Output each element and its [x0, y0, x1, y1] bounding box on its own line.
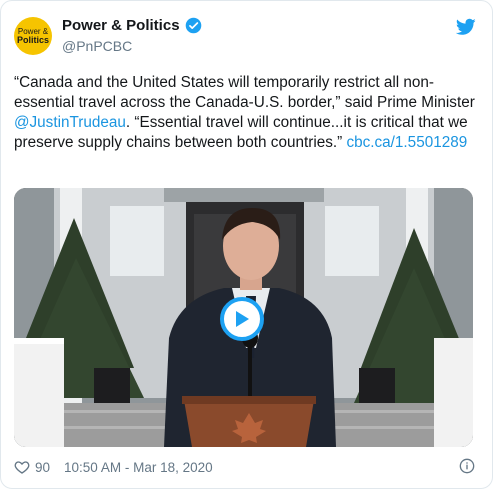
mention-link[interactable]: @JustinTrudeau: [14, 114, 126, 131]
tweet-card: Power & Politics Power & Politics @PnPCB…: [0, 0, 493, 489]
play-triangle: [236, 311, 249, 327]
verified-badge-icon: [185, 17, 201, 34]
timestamp[interactable]: 10:50 AM - Mar 18, 2020: [64, 460, 213, 475]
info-icon[interactable]: [459, 458, 475, 474]
author-handle[interactable]: @PnPCBC: [62, 38, 132, 54]
avatar-text-line2: Politics: [16, 34, 49, 45]
article-link[interactable]: cbc.ca/1.5501289: [346, 134, 467, 151]
twitter-bird-icon[interactable]: [456, 18, 476, 36]
play-icon[interactable]: [220, 297, 264, 341]
tweet-text: “Canada and the United States will tempo…: [14, 73, 479, 153]
tweet-text-part1: “Canada and the United States will tempo…: [14, 74, 475, 111]
like-count[interactable]: 90: [35, 460, 50, 475]
author-name-row[interactable]: Power & Politics: [62, 17, 202, 34]
author-name[interactable]: Power & Politics: [62, 17, 180, 34]
tweet-footer: 90 10:50 AM - Mar 18, 2020: [14, 458, 479, 476]
heart-icon[interactable]: [14, 459, 30, 475]
avatar[interactable]: Power & Politics: [14, 17, 52, 55]
